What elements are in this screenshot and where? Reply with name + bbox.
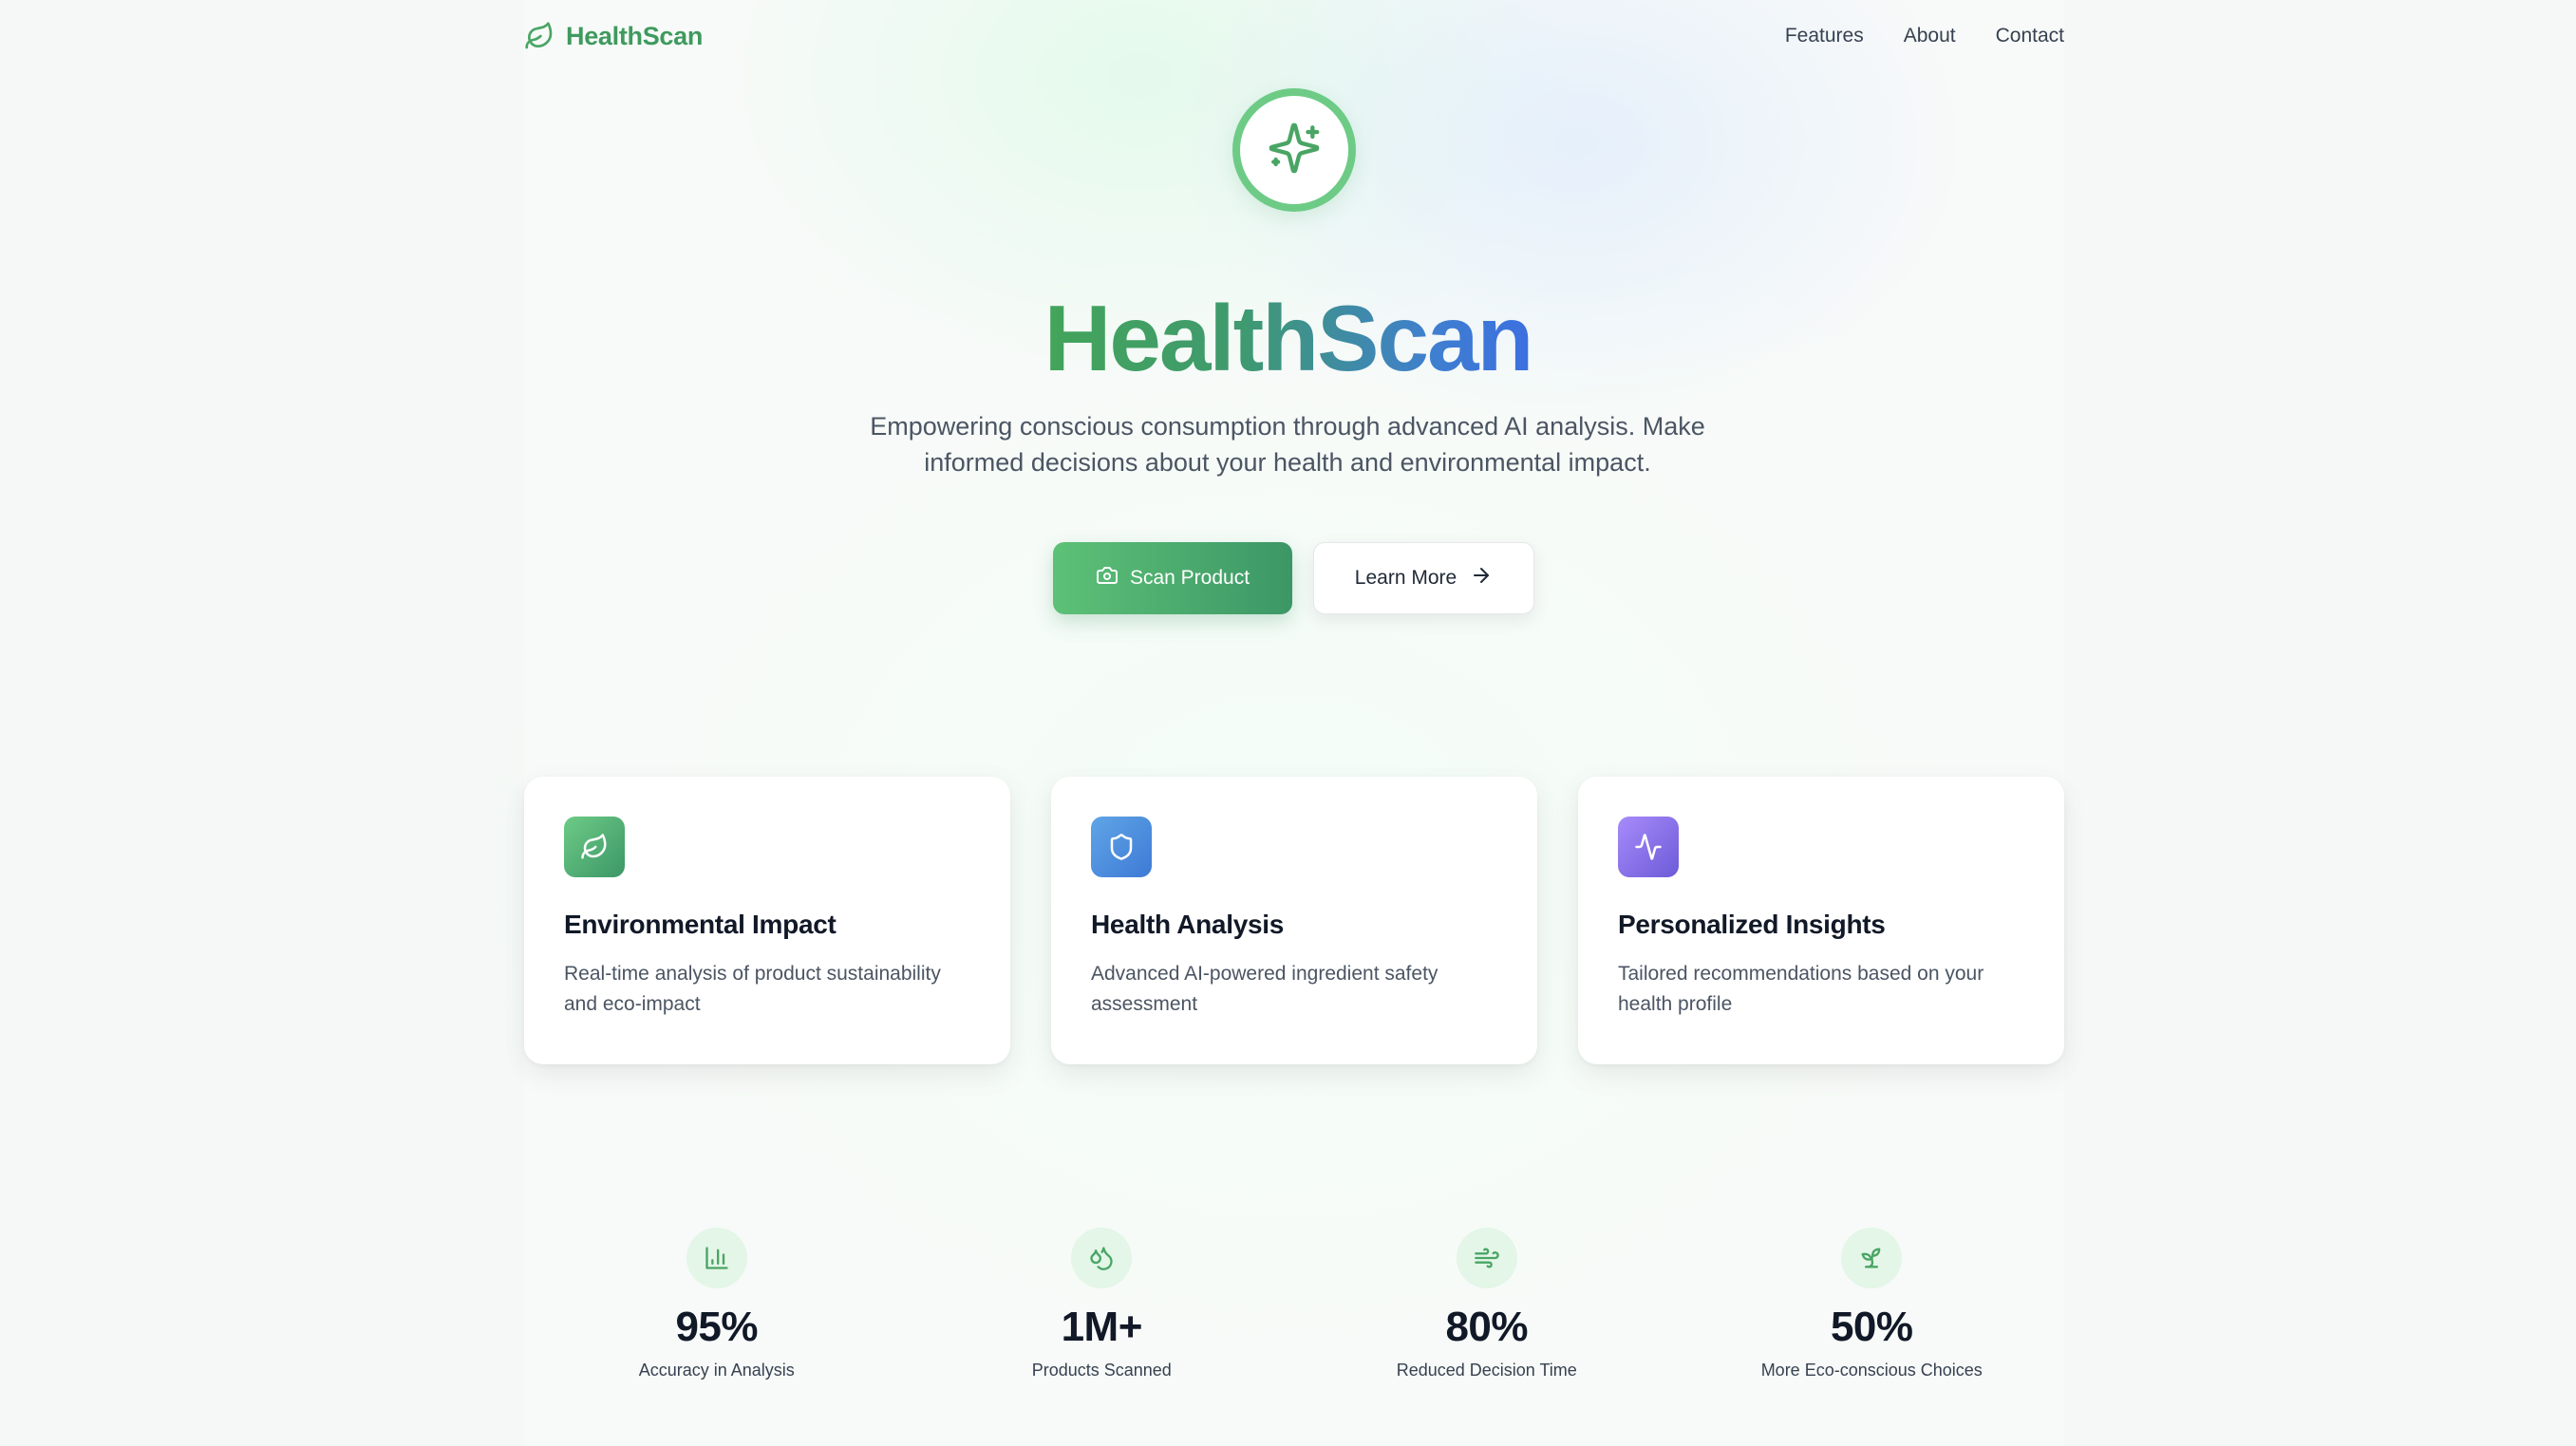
bar-chart-icon [686,1228,747,1288]
stat-value: 1M+ [1061,1304,1143,1350]
stat-label: Accuracy in Analysis [638,1361,795,1380]
feature-card-description: Tailored recommendations based on your h… [1618,963,1984,1015]
feature-card-title: Health Analysis [1091,910,1284,939]
learn-more-button[interactable]: Learn More [1313,542,1534,614]
stat-value: 50% [1830,1304,1913,1350]
activity-icon [1618,817,1679,877]
stat-value: 80% [1445,1304,1529,1350]
stats-row: 95% Accuracy in Analysis 1M+ Products Sc… [524,1228,2064,1380]
scan-product-button[interactable]: Scan Product [1053,542,1292,614]
leaf-icon [524,21,555,51]
wind-icon [1456,1228,1517,1288]
stat-accuracy: 95% Accuracy in Analysis [524,1228,910,1380]
nav-link-contact[interactable]: Contact [1996,25,2064,47]
hero-title: HealthScan [0,281,2576,395]
top-nav: HealthScan Features About Contact [524,17,2064,55]
feature-cards: Environmental Impact Real-time analysis … [524,777,2064,1064]
hero-badge [1232,88,1356,212]
shield-icon [1091,817,1152,877]
stat-label: More Eco-conscious Choices [1760,1361,1983,1380]
stat-products-scanned: 1M+ Products Scanned [910,1228,1295,1380]
feature-card-title: Environmental Impact [564,910,837,939]
feature-card-description: Real-time analysis of product sustainabi… [564,963,941,1015]
feature-card-personalized-insights: Personalized Insights Tailored recommend… [1578,777,2064,1064]
nav-link-features[interactable]: Features [1785,25,1864,47]
sprout-icon [1841,1228,1903,1288]
feature-card-environmental-impact: Environmental Impact Real-time analysis … [524,777,1010,1064]
leaf-icon [564,817,625,877]
stat-eco-choices: 50% More Eco-conscious Choices [1680,1228,2065,1380]
feature-card-health-analysis: Health Analysis Advanced AI-powered ingr… [1051,777,1537,1064]
stat-value: 95% [675,1304,759,1350]
feature-card-description: Advanced AI-powered ingredient safety as… [1091,963,1438,1015]
brand-logo[interactable]: HealthScan [524,21,703,51]
brand-name: HealthScan [566,21,704,50]
scan-product-label: Scan Product [1129,567,1250,589]
nav-links: Features About Contact [1785,25,2064,47]
feature-card-title: Personalized Insights [1618,910,1886,939]
hero-subtitle: Empowering conscious consumption through… [870,412,1705,477]
hero-actions: Scan Product Learn More [1053,542,1534,614]
stat-label: Reduced Decision Time [1396,1361,1577,1380]
arrow-right-icon [1470,564,1493,592]
stat-decision-time: 80% Reduced Decision Time [1294,1228,1680,1380]
nav-link-about[interactable]: About [1904,25,1956,47]
droplets-icon [1071,1228,1133,1288]
camera-icon [1096,564,1119,592]
stat-label: Products Scanned [1031,1361,1172,1380]
landing-page: HealthScan Features About Contact Health… [0,0,2576,1446]
sparkles-icon [1267,121,1322,180]
hero-title-text: HealthScan [1044,286,1534,390]
learn-more-label: Learn More [1354,567,1457,589]
